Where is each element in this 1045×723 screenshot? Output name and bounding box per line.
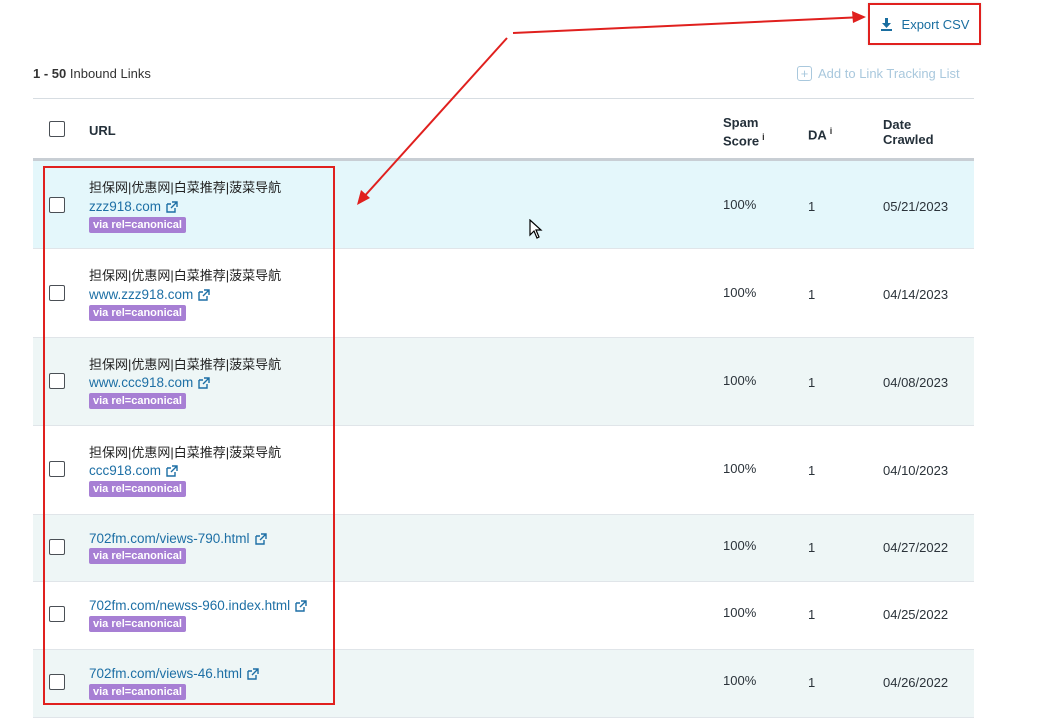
canonical-badge: via rel=canonical	[89, 684, 186, 700]
date-crawled: 04/26/2022	[883, 675, 949, 690]
inbound-links-count: 1 - 50 Inbound Links	[33, 66, 151, 81]
domain-authority: 1	[808, 607, 816, 622]
row-checkbox[interactable]	[49, 285, 65, 301]
external-link-icon[interactable]	[166, 464, 178, 477]
date-label-line1: Date	[883, 117, 912, 132]
external-link-icon[interactable]	[247, 667, 259, 680]
table-header: URL Spam Score i DA i Date Crawled	[33, 98, 974, 161]
url-link[interactable]: www.ccc918.com	[89, 375, 210, 390]
date-crawled: 04/10/2023	[883, 463, 949, 478]
domain-authority: 1	[808, 675, 816, 690]
spam-score: 100%	[723, 197, 757, 212]
add-to-link-tracking-button[interactable]: + Add to Link Tracking List	[797, 66, 960, 81]
canonical-badge: via rel=canonical	[89, 616, 186, 632]
spam-score: 100%	[723, 373, 757, 388]
row-checkbox[interactable]	[49, 606, 65, 622]
table-row[interactable]: 702fm.com/views-46.html via rel=canonica…	[33, 650, 974, 718]
url-text: ccc918.com	[89, 463, 162, 478]
domain-authority: 1	[808, 287, 816, 302]
spam-score: 100%	[723, 461, 757, 476]
spam-score: 100%	[723, 673, 757, 688]
url-text: 702fm.com/newss-960.index.html	[89, 598, 291, 613]
external-link-icon[interactable]	[166, 200, 178, 213]
page-title: 担保网|优惠网|白菜推荐|菠菜导航	[89, 357, 282, 372]
url-link[interactable]: 702fm.com/views-790.html	[89, 531, 267, 546]
date-crawled: 05/21/2023	[883, 199, 949, 214]
page-title: 担保网|优惠网|白菜推荐|菠菜导航	[89, 268, 282, 283]
url-text: www.ccc918.com	[89, 375, 194, 390]
annotation-arrow-to-export	[512, 16, 865, 34]
spam-label-line1: Spam	[723, 115, 759, 130]
row-checkbox[interactable]	[49, 461, 65, 477]
table-row[interactable]: 702fm.com/views-790.html via rel=canonic…	[33, 515, 974, 582]
domain-authority: 1	[808, 463, 816, 478]
external-link-icon[interactable]	[295, 599, 307, 612]
info-icon[interactable]: i	[830, 126, 833, 136]
url-text: 702fm.com/views-46.html	[89, 666, 243, 681]
row-checkbox[interactable]	[49, 197, 65, 213]
url-text: zzz918.com	[89, 199, 162, 214]
url-text: 702fm.com/views-790.html	[89, 531, 250, 546]
annotation-arrowhead-export	[852, 11, 866, 23]
plus-square-icon: +	[797, 66, 812, 81]
download-icon	[880, 17, 892, 31]
url-link[interactable]: 702fm.com/newss-960.index.html	[89, 598, 307, 613]
url-text: www.zzz918.com	[89, 287, 194, 302]
page-title: 担保网|优惠网|白菜推荐|菠菜导航	[89, 180, 282, 195]
canonical-badge: via rel=canonical	[89, 217, 186, 233]
add-tracking-label: Add to Link Tracking List	[818, 66, 960, 81]
url-link[interactable]: ccc918.com	[89, 463, 178, 478]
info-icon[interactable]: i	[762, 132, 765, 142]
url-link[interactable]: www.zzz918.com	[89, 287, 210, 302]
spam-score: 100%	[723, 285, 757, 300]
date-crawled: 04/25/2022	[883, 607, 949, 622]
select-all-checkbox[interactable]	[49, 121, 65, 137]
result-label: Inbound Links	[69, 66, 151, 81]
external-link-icon[interactable]	[198, 376, 210, 389]
result-range: 1 - 50	[33, 66, 67, 81]
row-checkbox[interactable]	[49, 674, 65, 690]
canonical-badge: via rel=canonical	[89, 305, 186, 321]
domain-authority: 1	[808, 540, 816, 555]
canonical-badge: via rel=canonical	[89, 393, 186, 409]
column-da[interactable]: DA i	[808, 124, 832, 142]
column-spam-score[interactable]: Spam Score i	[723, 115, 765, 148]
table-row[interactable]: 担保网|优惠网|白菜推荐|菠菜导航 www.ccc918.com via rel…	[33, 338, 974, 426]
column-url[interactable]: URL	[89, 123, 116, 138]
url-link[interactable]: zzz918.com	[89, 199, 178, 214]
canonical-badge: via rel=canonical	[89, 548, 186, 564]
inbound-links-table: URL Spam Score i DA i Date Crawled 担保网|优惠网…	[33, 98, 974, 718]
mouse-pointer-icon	[529, 219, 543, 239]
row-checkbox[interactable]	[49, 373, 65, 389]
date-label-line2: Crawled	[883, 132, 934, 147]
domain-authority: 1	[808, 375, 816, 390]
table-row[interactable]: 担保网|优惠网|白菜推荐|菠菜导航 zzz918.com via rel=can…	[33, 161, 974, 249]
date-crawled: 04/27/2022	[883, 540, 949, 555]
external-link-icon[interactable]	[198, 288, 210, 301]
date-crawled: 04/14/2023	[883, 287, 949, 302]
external-link-icon[interactable]	[254, 532, 267, 545]
export-csv-button[interactable]: Export CSV	[868, 3, 981, 45]
spam-label-line2: Score	[723, 133, 760, 149]
da-label: DA	[808, 127, 827, 143]
table-row[interactable]: 702fm.com/newss-960.index.html via rel=c…	[33, 582, 974, 650]
table-row[interactable]: 担保网|优惠网|白菜推荐|菠菜导航 ccc918.com via rel=can…	[33, 426, 974, 515]
date-crawled: 04/08/2023	[883, 375, 949, 390]
spam-score: 100%	[723, 538, 757, 553]
domain-authority: 1	[808, 199, 816, 214]
canonical-badge: via rel=canonical	[89, 481, 186, 497]
column-date-crawled[interactable]: Date Crawled	[883, 117, 934, 147]
url-link[interactable]: 702fm.com/views-46.html	[89, 666, 259, 681]
spam-score: 100%	[723, 605, 757, 620]
page-title: 担保网|优惠网|白菜推荐|菠菜导航	[89, 445, 282, 460]
table-row[interactable]: 担保网|优惠网|白菜推荐|菠菜导航 www.zzz918.com via rel…	[33, 249, 974, 338]
row-checkbox[interactable]	[49, 539, 65, 555]
export-csv-label: Export CSV	[901, 16, 970, 32]
